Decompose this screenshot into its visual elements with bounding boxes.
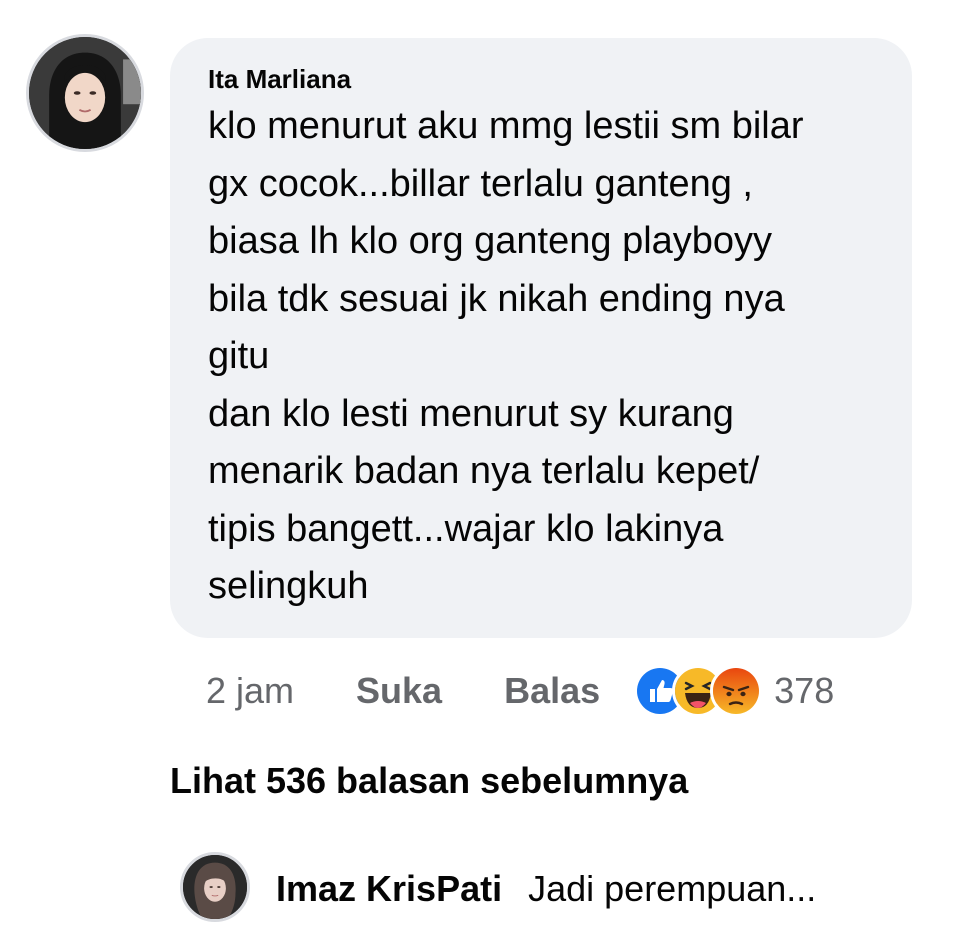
- comment-text-line: selingkuh: [208, 565, 369, 607]
- angry-icon: [710, 665, 763, 717]
- comment-bubble: Ita Marliana klo menurut aku mmg lestii …: [170, 38, 912, 638]
- comment-timestamp[interactable]: 2 jam: [206, 670, 294, 712]
- reaction-summary[interactable]: 378: [634, 665, 834, 717]
- comment-text-line: biasa lh klo org ganteng playboyy: [208, 220, 773, 262]
- comment-text: klo menurut aku mmg lestii sm bilar gx c…: [208, 98, 882, 616]
- reply-preview-row[interactable]: Imaz KrisPati Jadi perempuan...: [276, 868, 816, 910]
- reaction-count: 378: [774, 670, 835, 711]
- comment-text-line: bila tdk sesuai jk nikah ending nya: [208, 277, 785, 320]
- commenter-avatar[interactable]: [26, 34, 144, 152]
- reply-button[interactable]: Balas: [504, 670, 600, 712]
- comment-text-line: menarik badan nya terlalu kepet/: [208, 450, 760, 492]
- reply-author-avatar[interactable]: [180, 852, 250, 922]
- like-button[interactable]: Suka: [356, 670, 442, 712]
- comment-text-line: gitu: [208, 335, 270, 377]
- comment-text-line: klo menurut aku mmg lestii sm bilar: [208, 105, 804, 147]
- comment-author-name[interactable]: Ita Marliana: [208, 64, 882, 94]
- reply-preview-text: Jadi perempuan...: [528, 868, 817, 909]
- comment-actions: 2 jam Suka Balas 378: [206, 664, 834, 718]
- comment-text-line: gx cocok...billar terlalu ganteng ,: [208, 162, 753, 205]
- view-previous-replies-link[interactable]: Lihat 536 balasan sebelumnya: [170, 760, 688, 802]
- comment-text-line: dan klo lesti menurut sy kurang: [208, 392, 734, 435]
- reply-author-name[interactable]: Imaz KrisPati: [276, 868, 502, 909]
- comment-text-line: tipis bangett...wajar klo lakinya: [208, 507, 724, 550]
